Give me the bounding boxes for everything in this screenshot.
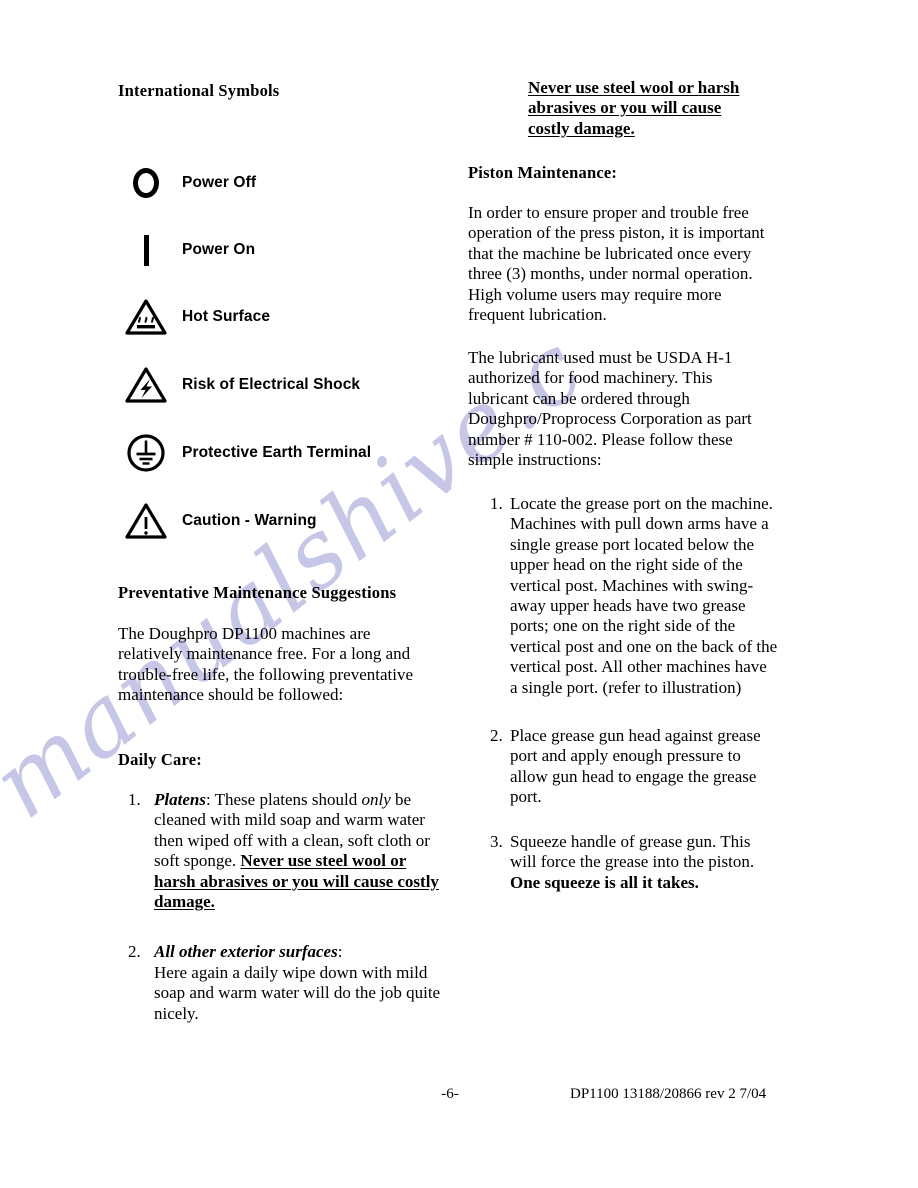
list-item-number: 3. (490, 831, 503, 851)
list-item: 2. All other exterior surfaces: Here aga… (118, 942, 448, 1024)
exterior-surfaces-colon: : (337, 942, 343, 962)
hot-surface-icon (118, 298, 174, 336)
list-item-body: All other exterior surfaces: Here again … (154, 942, 448, 1024)
exterior-surfaces-term: All other exterior surfaces (154, 942, 338, 962)
symbol-label-power-on: Power On (182, 241, 256, 258)
list-item: 3. Squeeze handle of grease gun. This wi… (468, 832, 778, 893)
preventative-maintenance-heading: Preventative Maintenance Suggestions (118, 583, 397, 602)
symbol-row-hot-surface: Hot Surface (118, 294, 448, 340)
list-item-number: 2. (128, 942, 141, 962)
caution-warning-icon (118, 502, 174, 540)
symbol-row-caution-warning: Caution - Warning (118, 498, 448, 544)
power-on-icon (118, 234, 174, 266)
international-symbols-heading: International Symbols (118, 81, 280, 100)
daily-care-list: 1. Platens: These platens should only be… (118, 790, 448, 1036)
list-item: 1. Platens: These platens should only be… (118, 790, 448, 912)
preventative-maintenance-paragraph: The Doughpro DP1100 machines are relativ… (118, 624, 414, 705)
platens-text-1: These platens should (210, 790, 362, 809)
symbol-label-protective-earth: Protective Earth Terminal (182, 444, 372, 461)
list-item-body: Place grease gun head against grease por… (510, 726, 761, 807)
list-item-body: Platens: These platens should only be cl… (154, 790, 448, 912)
exterior-surfaces-text: Here again a daily wipe down with mild s… (154, 962, 441, 1023)
list-item: 2. Place grease gun head against grease … (468, 726, 778, 808)
symbol-label-electrical-shock: Risk of Electrical Shock (182, 376, 361, 393)
list-item-number: 1. (490, 494, 503, 513)
platens-term: Platens (154, 790, 206, 809)
footer-document-reference: DP1100 13188/20866 rev 2 7/04 (570, 1086, 767, 1102)
platens-emphasis: only (361, 790, 391, 809)
symbol-label-power-off: Power Off (182, 174, 257, 191)
piston-maintenance-heading: Piston Maintenance: (468, 163, 618, 182)
protective-earth-terminal-icon (118, 432, 174, 474)
symbol-row-power-on: Power On (118, 227, 448, 273)
list-item: 1. Locate the grease port on the machine… (468, 494, 778, 698)
manual-page: manualshive.c International Symbols Powe… (0, 0, 918, 1188)
symbol-row-electrical-shock: Risk of Electrical Shock (118, 362, 448, 408)
lubrication-steps-list: 1. Locate the grease port on the machine… (468, 494, 778, 905)
power-off-icon (118, 168, 174, 198)
electrical-shock-icon (118, 366, 174, 404)
steel-wool-warning-banner: Never use steel wool or harsh abrasives … (528, 78, 740, 138)
list-item-body: Locate the grease port on the machine. M… (510, 494, 778, 697)
symbol-row-protective-earth: Protective Earth Terminal (118, 430, 448, 476)
symbol-row-power-off: Power Off (118, 160, 448, 206)
piston-paragraph-2: The lubricant used must be USDA H-1 auth… (468, 348, 752, 470)
footer-page-number: -6- (441, 1086, 459, 1102)
step-3-text-bold: One squeeze is all it takes. (510, 872, 699, 892)
daily-care-heading: Daily Care: (118, 750, 202, 769)
symbol-label-hot-surface: Hot Surface (182, 308, 271, 325)
list-item-number: 1. (128, 790, 141, 809)
piston-paragraph-1: In order to ensure proper and trouble fr… (468, 203, 765, 325)
step-3-text-plain: Squeeze handle of grease gun. This will … (510, 831, 755, 872)
list-item-number: 2. (490, 726, 503, 746)
list-item-body: Squeeze handle of grease gun. This will … (510, 832, 778, 893)
symbol-label-caution-warning: Caution - Warning (182, 512, 317, 529)
